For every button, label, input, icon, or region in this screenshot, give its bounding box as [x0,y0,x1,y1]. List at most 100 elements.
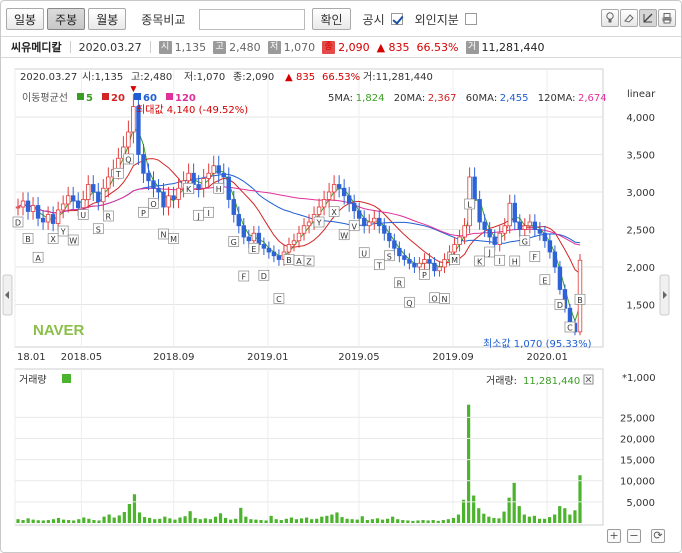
disclosure-letter: M [451,256,458,265]
disclosure-letter: K [186,185,192,194]
hdr-change-pct: 66.53% [322,72,360,83]
volume-bar [512,482,516,523]
volume-bar [487,516,491,523]
candle-body [256,232,262,245]
disclosure-checkbox[interactable] [390,13,403,25]
disclosure-letter: G [522,237,528,246]
tab-monthly[interactable]: 월봉 [88,8,127,30]
candle-body [537,229,543,234]
volume-bar [416,520,420,523]
volume-bar [396,519,400,523]
volume-bar [360,516,364,523]
volume-bar [304,517,309,523]
eraser-icon[interactable] [620,9,638,27]
candle-body [482,221,487,230]
print-icon[interactable] [658,9,676,27]
disclosure-letter: K [477,258,483,267]
draw-line-icon[interactable] [639,9,657,27]
compare-input[interactable] [199,8,306,30]
volume-bar [87,518,91,523]
foreign-checkbox[interactable] [464,13,477,25]
disclosure-letter: Q [125,156,131,165]
volume-bar [497,518,501,523]
volume-bar [502,511,506,523]
volume-bar [46,520,50,523]
candle-body [65,195,71,205]
candle-body [547,240,553,253]
volume-bar [249,519,253,523]
disclosure-letter: G [231,238,237,247]
ma-legend-swatch [102,93,109,100]
price-tick-label: 2,500 [626,226,655,237]
volume-bar [467,404,471,523]
volume-bar [254,519,258,523]
candle-body [487,229,492,238]
tab-daily[interactable]: 일봉 [6,8,45,30]
candle-body [211,165,216,174]
price-tick-label: 3,000 [626,188,655,199]
disclosure-letter: U [80,211,86,220]
candle-body [331,184,337,193]
bulb-icon[interactable] [601,9,619,27]
volume-bar [340,517,344,523]
volume-bar [542,518,547,523]
volume-bar [492,517,496,523]
volume-bar [213,516,218,523]
candle-body [341,187,347,197]
time-axis: 18.01 2018.05 2018.09 2019.01 2019.05 2019.09… [17,352,568,363]
price-tick-label: 2,000 [626,263,655,274]
disclosure-letter: Z [306,258,312,267]
refresh-icon[interactable]: ⟳ [651,529,665,543]
disclosure-letter: I [499,257,501,266]
candle-body [216,165,221,174]
disclosure-letter: D [15,219,21,228]
disclosure-letter: R [397,279,403,288]
scale-label[interactable]: linear [627,89,656,100]
candle-body [261,244,267,249]
candle-body [166,195,171,208]
disclosure-letter: C [276,295,282,304]
candle-body [266,247,272,253]
candle-body [156,187,161,193]
volume-bar [279,520,283,523]
max-label: 최대값 4,140 (-49.52%) [136,104,248,116]
candle-body [226,176,231,200]
candle-body [276,255,282,260]
time-tick-label: 2019.05 [338,352,379,363]
volume-bar [330,514,334,523]
volume-bar [122,512,126,523]
candle-body [407,259,412,264]
stock-info-bar: 씨유메디칼 2020.03.27 시 1,135 고 2,480 저 1,070… [1,36,681,58]
volume-bar [274,519,278,523]
price-tick-label: 1,500 [626,301,655,312]
candle-body [507,202,512,227]
volume-bar [132,494,137,523]
zoom-in-button[interactable]: + [607,529,621,543]
time-tick-label: 2018.09 [153,352,194,363]
confirm-button[interactable]: 확인 [312,8,351,30]
volume-legend-swatch [62,374,71,383]
candle-body [25,200,31,212]
volume-bar [456,514,461,523]
disclosure-letter: Y [316,219,322,228]
tab-weekly[interactable]: 주봉 [47,8,86,30]
disclosure-letter: P [422,271,427,280]
chart-tools [600,9,676,27]
stock-chart[interactable]: DBAXYWUSRTQPON MKJ IHGFEDCB A ZYXWVUTSRQPO NM… [0,60,682,553]
volume-bar [411,520,415,523]
disclosure-label: 공시 [362,12,385,27]
disclosure-letter: O [150,200,156,209]
candle-body [176,187,181,200]
hdr-close: 종:2,090 [233,71,274,83]
candle-body [241,225,247,238]
volume-bar [183,516,187,523]
candle-body [326,191,332,200]
zoom-out-button[interactable]: − [627,529,641,543]
min-label: 최소값 1,070 (95.33%) [483,338,592,350]
disclosure-letter: D [557,301,563,310]
volume-bar [107,514,111,523]
time-tick-label: 2019.01 [247,352,288,363]
volume-bar [72,520,76,523]
volume-value: 11,281,440 [523,376,580,387]
volume-bar [158,518,162,523]
